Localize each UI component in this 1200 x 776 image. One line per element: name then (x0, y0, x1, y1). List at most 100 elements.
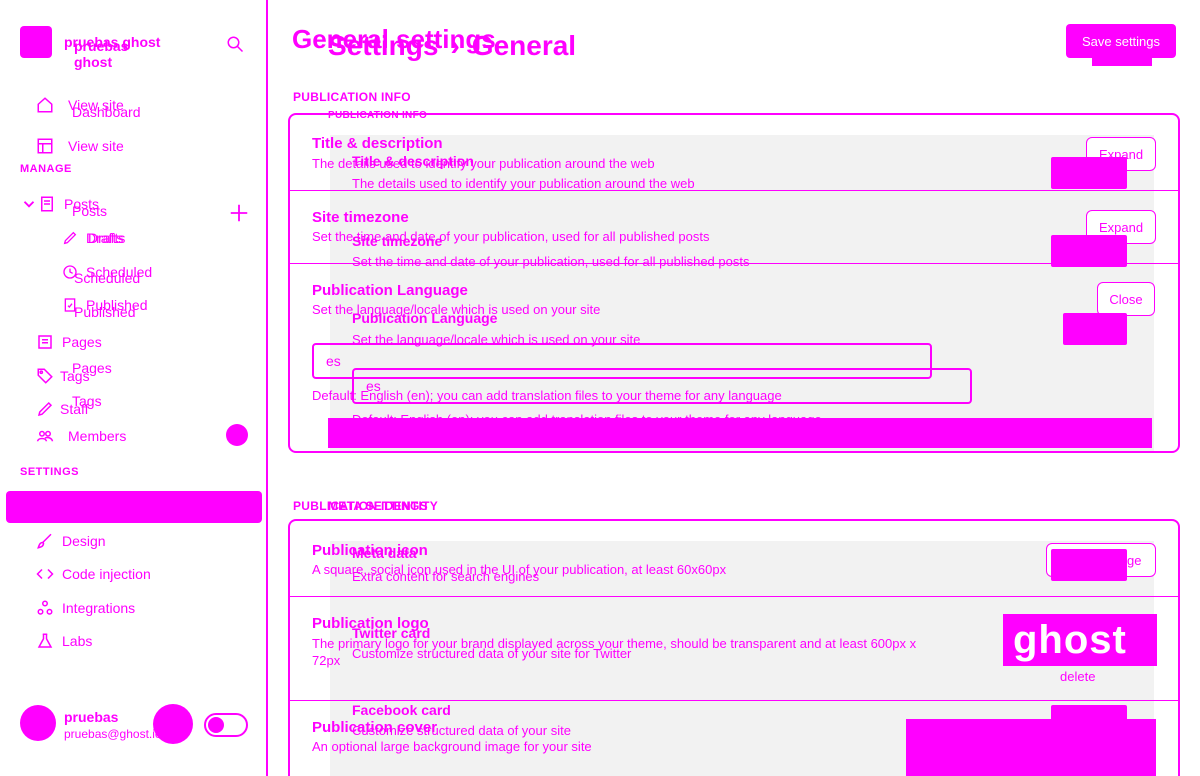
close-language-button[interactable]: Close (1097, 282, 1155, 316)
row-publication-cover: Publication cover An optional large back… (290, 701, 1178, 776)
twitter-card-title: Twitter card (352, 625, 431, 641)
nav-view-site-secondary-label: View site (68, 138, 124, 154)
row-language: Publication Language Set the language/lo… (290, 264, 1178, 452)
nav-published-secondary[interactable]: Published (74, 304, 136, 320)
language-title: Publication Language (312, 282, 468, 299)
row-publication-icon: Publication icon A square, social icon u… (290, 521, 1178, 597)
search-icon (226, 35, 244, 53)
section-meta-settings: META SETTINGS (328, 499, 428, 513)
ghost-logo-text: ghost (1013, 617, 1127, 662)
brand[interactable]: pruebas ghost pruebas ghost (20, 26, 160, 70)
facebook-card-desc: Customize structured data of your site (352, 723, 571, 738)
language-title-inner: Publication Language (352, 310, 498, 326)
nav-labs-label: Labs (62, 633, 93, 649)
publication-logo-image[interactable]: ghost (1003, 614, 1157, 666)
save-button[interactable]: Save settings (1066, 24, 1176, 58)
tag-icon (36, 367, 54, 385)
code-icon (36, 565, 54, 583)
staff-icon (36, 400, 54, 418)
nav-code-injection[interactable]: Code injection (36, 565, 151, 583)
close-language-button-inner[interactable] (1063, 313, 1127, 345)
nav-pages[interactable]: Pages (36, 333, 102, 351)
language-footer-bar (328, 418, 1152, 448)
pages-icon (36, 333, 54, 351)
facebook-card-title: Facebook card (352, 702, 451, 718)
upload-icon-button-inner[interactable] (1051, 549, 1127, 581)
breadcrumb-root[interactable]: Settings (328, 30, 438, 62)
save-button-shadow (1092, 58, 1152, 66)
publication-cover-desc: An optional large background image for y… (312, 739, 592, 754)
night-mode-toggle[interactable] (204, 713, 248, 737)
main-content: General settings Settings › General Save… (268, 0, 1200, 776)
nav-staff[interactable]: Staff (36, 400, 89, 418)
nav-tags[interactable]: Tags (36, 367, 90, 385)
site-logo (20, 26, 52, 58)
twitter-card-desc: Customize structured data of your site f… (352, 646, 632, 661)
timezone-title-inner: Site timezone (352, 233, 443, 249)
chevron-down-icon[interactable] (20, 195, 35, 213)
nav-scheduled-secondary-label: Scheduled (74, 270, 141, 286)
avatar (20, 705, 56, 741)
nav-published-secondary-label: Published (74, 304, 136, 320)
user-secondary-avatar[interactable] (153, 704, 193, 744)
expand-title-button-inner[interactable] (1051, 157, 1127, 189)
title-description-desc-inner: The details used to identify your public… (352, 176, 695, 191)
site-name-secondary: pruebas ghost (74, 38, 129, 70)
nav-posts-secondary[interactable]: Posts (72, 203, 107, 219)
members-icon (36, 427, 54, 445)
meta-data-title: Meta data (352, 545, 417, 561)
cover-image-placeholder[interactable] (906, 719, 1156, 776)
row-timezone: Site timezone Set the time and date of y… (290, 191, 1178, 269)
nav-members[interactable]: Members (36, 427, 126, 445)
user-name: pruebas (64, 709, 119, 725)
app-window: pruebas ghost pruebas ghost View site Da… (0, 0, 1200, 776)
nav-dashboard[interactable]: Dashboard (72, 104, 141, 120)
delete-logo-link[interactable]: delete (1060, 669, 1095, 684)
brush-icon (36, 532, 54, 550)
pencil-icon (62, 230, 78, 246)
nav-drafts-secondary-label: Drafts (88, 230, 126, 246)
plus-icon (228, 202, 250, 224)
nav-code-injection-label: Code injection (62, 566, 151, 582)
posts-icon (38, 195, 56, 213)
user-email: pruebas@ghost.io (64, 727, 162, 741)
sidebar: pruebas ghost pruebas ghost View site Da… (0, 0, 268, 776)
nav-members-label: Members (68, 428, 127, 444)
nav-pages-label: Pages (62, 334, 102, 350)
language-hint: Default: English (en); you can add trans… (312, 388, 782, 403)
nav-posts-secondary-label: Posts (72, 203, 108, 219)
nav-scheduled-secondary[interactable]: Scheduled (74, 270, 140, 286)
title-description-title-inner: Title & description (352, 153, 474, 169)
search-button[interactable] (222, 32, 248, 58)
breadcrumb-separator: › (450, 30, 460, 61)
integrations-icon (36, 599, 54, 617)
expand-timezone-button-inner[interactable] (1051, 235, 1127, 267)
nav-integrations-label: Integrations (62, 600, 136, 616)
breadcrumb: Settings › General (328, 30, 576, 62)
nav-labs[interactable]: Labs (36, 632, 92, 650)
nav-staff-label: Staff (60, 401, 89, 417)
flask-icon (36, 632, 54, 650)
nav-tags-label: Tags (60, 368, 90, 384)
timezone-title: Site timezone (312, 209, 409, 226)
toggle-knob (208, 717, 224, 733)
nav-design[interactable]: Design (36, 532, 106, 550)
row-title-description: Title & description The details used to … (290, 115, 1178, 191)
breadcrumb-leaf: General (471, 30, 577, 61)
meta-data-desc: Extra content for search engines (352, 569, 540, 584)
section-settings: SETTINGS (20, 466, 80, 478)
section-manage: MANAGE (20, 163, 72, 175)
title-description-title: Title & description (312, 135, 443, 152)
home-icon (36, 96, 54, 114)
members-badge (226, 424, 248, 446)
nav-design-label: Design (62, 533, 106, 549)
nav-dashboard-label: Dashboard (72, 104, 141, 120)
layout-icon (36, 137, 54, 155)
section-publication-info: PUBLICATION INFO (293, 90, 411, 104)
nav-view-site-secondary[interactable]: View site (36, 137, 124, 155)
publication-info-card: Title & description The details used to … (288, 113, 1180, 453)
nav-integrations[interactable]: Integrations (36, 599, 135, 617)
nav-general-active[interactable] (6, 491, 262, 523)
nav-drafts-secondary[interactable]: Drafts (88, 230, 125, 246)
new-post-button[interactable] (228, 202, 250, 224)
